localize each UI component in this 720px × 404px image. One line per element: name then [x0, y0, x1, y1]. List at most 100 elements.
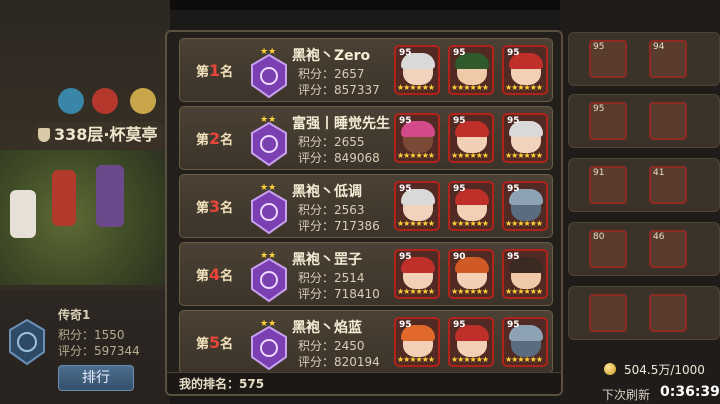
right-hero-cell [589, 294, 627, 332]
star-icon: ★★★★★★ [451, 219, 489, 228]
crest-icon: ★★ [251, 183, 287, 235]
coin-amount: 504.5万/1000 [624, 363, 705, 377]
hero-level: 95 [507, 116, 520, 126]
crest-icon: ★★ [251, 319, 287, 371]
svg-text:★★: ★★ [260, 115, 276, 125]
legend-rating: 评分：597344 [58, 344, 140, 358]
right-hero-cell: 91 [589, 166, 627, 204]
star-icon: ★★★★★★ [505, 219, 543, 228]
leaderboard-row[interactable]: 第2名 ★★ 富强丨睡觉先生 积分：2655 评分：849068 95 ★★★★★★ 95 ★★… [179, 106, 553, 170]
legend-crest-icon [9, 318, 45, 366]
hero-portrait[interactable]: 95 ★★★★★★ [448, 317, 494, 367]
rank-prefix: 第 [196, 269, 210, 284]
hero-portrait[interactable]: 95 ★★★★★★ [448, 113, 494, 163]
player-score: 积分：2563 [298, 203, 365, 217]
player-name: 黑袍丶罡子 [292, 252, 362, 268]
hero-portrait[interactable]: 95 ★★★★★★ [394, 113, 440, 163]
star-icon: ★★★★★★ [451, 151, 489, 160]
rank-number: 2 [209, 129, 221, 148]
star-icon: ★★★★★★ [505, 287, 543, 296]
hero-level: 41 [653, 168, 665, 178]
rank-prefix: 第 [196, 133, 210, 148]
star-icon: ★★★★★★ [451, 355, 489, 364]
hero-portrait[interactable]: 95 ★★★★★★ [394, 317, 440, 367]
player-rating: 评分：717386 [298, 219, 380, 233]
hero-portrait[interactable]: 95 ★★★★★★ [502, 317, 548, 367]
hero-level: 95 [399, 184, 412, 194]
hero-portrait[interactable]: 95 ★★★★★★ [394, 249, 440, 299]
hero-portrait[interactable]: 90 ★★★★★★ [448, 249, 494, 299]
right-list-row[interactable]: 95 94 [568, 32, 720, 86]
hero-portrait[interactable]: 95 ★★★★★★ [394, 181, 440, 231]
player-rating: 评分：718410 [298, 287, 380, 301]
hero-level: 80 [593, 232, 605, 242]
leaderboard-row[interactable]: 第1名 ★★ 黑袍丶Zero 积分：2657 评分：857337 95 ★★★★★★ 95 ★★… [179, 38, 553, 102]
hero-level: 95 [453, 116, 466, 126]
rank-prefix: 第 [196, 337, 210, 352]
hero-level: 95 [399, 116, 412, 126]
hero-level: 95 [453, 320, 466, 330]
leaderboard-row[interactable]: 第4名 ★★ 黑袍丶罡子积分：2514 评分：718410 95 ★★★★★★ 90 ★★★★… [179, 242, 553, 306]
rank-number: 4 [209, 265, 221, 284]
hero-portrait[interactable]: 95 ★★★★★★ [502, 249, 548, 299]
star-icon: ★★★★★★ [397, 83, 435, 92]
hero-level: 95 [399, 252, 412, 262]
svg-text:★★: ★★ [260, 183, 276, 193]
hero-level: 95 [507, 320, 520, 330]
guild-emblem-icon [92, 88, 118, 114]
leaderboard-row[interactable]: 第3名 ★★ 黑袍丶低调 积分：2563 评分：717386 95 ★★★★★★ 95 ★★★★… [179, 174, 553, 238]
svg-text:★★: ★★ [260, 251, 276, 261]
crest-icon: ★★ [251, 251, 287, 303]
legend-score: 积分：1550 [58, 328, 125, 342]
rank-number: 1 [209, 61, 221, 80]
hero-level: 95 [507, 48, 520, 58]
hero-portrait[interactable]: 95 ★★★★★★ [502, 181, 548, 231]
hero-level: 95 [399, 320, 412, 330]
rank-prefix: 第 [196, 65, 210, 80]
right-hero-cell: 94 [649, 40, 687, 78]
hero-portrait[interactable]: 95 ★★★★★★ [502, 45, 548, 95]
guild-emblem-icon [130, 88, 156, 114]
player-name: 黑袍丶焰蓝 [292, 320, 362, 336]
guild-emblem-icon [58, 88, 84, 114]
player-rating: 评分：820194 [298, 355, 380, 369]
rank-prefix: 第 [196, 201, 210, 216]
rank-button[interactable]: 排行 [58, 365, 134, 391]
rank-label: 第5名 [196, 333, 233, 352]
right-list-row[interactable]: 95 [568, 94, 720, 148]
rank-number: 5 [209, 333, 221, 352]
star-icon: ★★★★★★ [505, 151, 543, 160]
star-icon: ★★★★★★ [397, 151, 435, 160]
leaderboard-panel: 第1名 ★★ 黑袍丶Zero 积分：2657 评分：857337 95 ★★★★★★ 95 ★★… [165, 30, 563, 396]
rank-number: 3 [209, 197, 221, 216]
player-score: 积分：2657 [298, 67, 365, 81]
hero-portrait[interactable]: 95 ★★★★★★ [502, 113, 548, 163]
star-icon: ★★★★★★ [505, 83, 543, 92]
right-hero-cell [649, 294, 687, 332]
hero-level: 95 [507, 252, 520, 262]
right-list-row[interactable] [568, 286, 720, 340]
star-icon: ★★★★★★ [397, 287, 435, 296]
hero-level: 95 [593, 104, 605, 114]
hero-level: 95 [453, 48, 466, 58]
right-list-row[interactable]: 80 46 [568, 222, 720, 276]
star-icon: ★★★★★★ [505, 355, 543, 364]
svg-text:★★: ★★ [260, 319, 276, 329]
coin-icon [604, 363, 616, 375]
rank-label: 第3名 [196, 197, 233, 216]
hero-portrait[interactable]: 95 ★★★★★★ [448, 181, 494, 231]
legend-name: 传奇1 [58, 308, 91, 322]
star-icon: ★★★★★★ [451, 83, 489, 92]
right-hero-cell: 95 [589, 102, 627, 140]
scene-rabbit-figure [10, 190, 36, 238]
hero-portrait[interactable]: 95 ★★★★★★ [448, 45, 494, 95]
player-score: 积分：2514 [298, 271, 365, 285]
hero-portrait[interactable]: 95 ★★★★★★ [394, 45, 440, 95]
right-hero-cell: 46 [649, 230, 687, 268]
leaderboard-row[interactable]: 第5名 ★★ 黑袍丶焰蓝 积分：2450 评分：820194 95 ★★★★★★ 95 ★★★★… [179, 310, 553, 374]
right-hero-cell: 95 [589, 40, 627, 78]
right-list-row[interactable]: 91 41 [568, 158, 720, 212]
rank-label: 第4名 [196, 265, 233, 284]
rank-suffix: 名 [220, 201, 234, 216]
player-name: 富强丨睡觉先生 [292, 116, 390, 132]
